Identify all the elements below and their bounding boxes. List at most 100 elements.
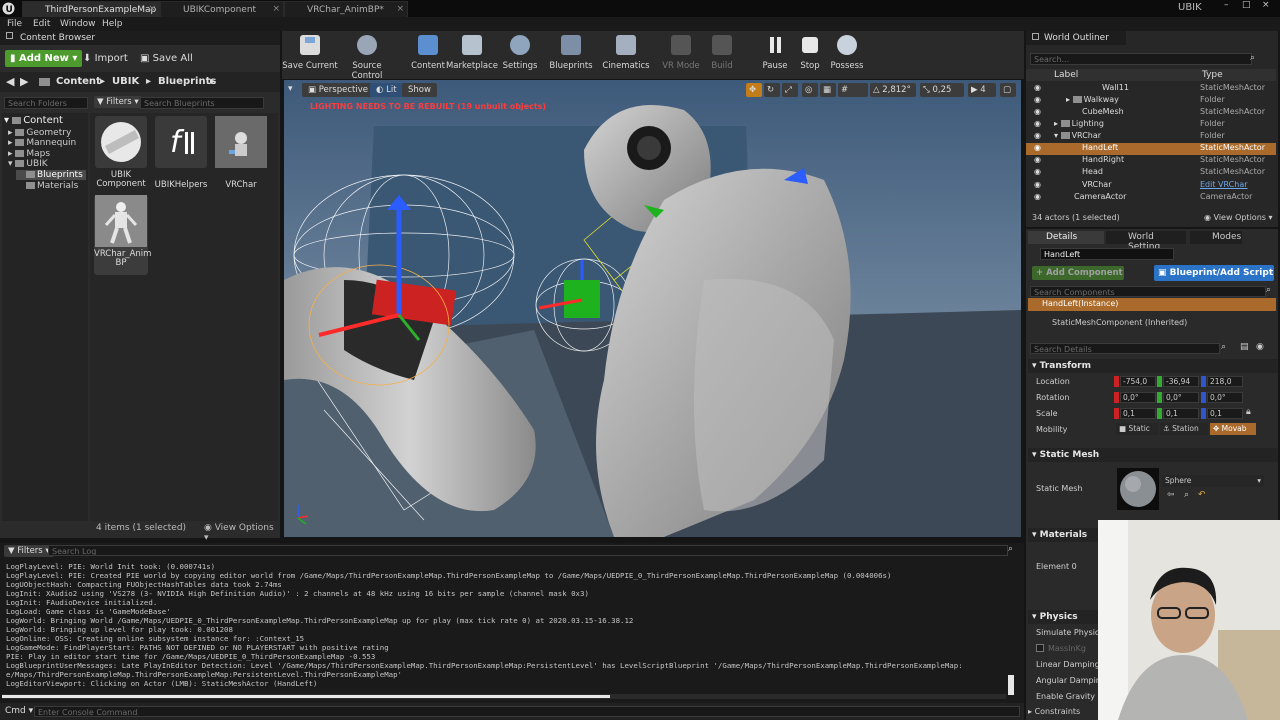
settings-button[interactable]: Settings: [492, 35, 548, 71]
search-details-input[interactable]: Search Details: [1030, 343, 1220, 354]
tree-item-blueprints[interactable]: Blueprints: [16, 170, 86, 180]
search-log-input[interactable]: Search Log: [48, 545, 1008, 556]
property-matrix-icon[interactable]: ▤: [1240, 342, 1249, 352]
scale-y[interactable]: 0,1: [1163, 408, 1199, 419]
search-icon[interactable]: ⌕: [1266, 285, 1271, 295]
eye-icon[interactable]: ◉: [1034, 167, 1041, 176]
outliner-row[interactable]: ◉ VRChar Edit VRChar: [1026, 180, 1276, 192]
outliner-row[interactable]: ◉ HandRight StaticMeshActor: [1026, 155, 1276, 167]
eye-icon[interactable]: ◉: [1034, 131, 1041, 140]
outliner-view-options-button[interactable]: ◉ View Options ▾: [1204, 213, 1273, 222]
constraints-section[interactable]: ▸ Constraints: [1028, 707, 1080, 716]
actor-name-input[interactable]: HandLeft: [1040, 248, 1174, 260]
component-instance-row[interactable]: HandLeft(Instance): [1028, 298, 1276, 311]
outliner-row-selected[interactable]: ◉ HandLeft StaticMeshActor: [1026, 143, 1276, 155]
location-z[interactable]: 218,0: [1207, 376, 1243, 387]
source-control-button[interactable]: Source Control: [339, 35, 395, 81]
tree-item-mannequin[interactable]: ▸ Mannequin: [8, 138, 76, 148]
camera-speed[interactable]: ▶ 4: [968, 83, 996, 97]
move-mode-icon[interactable]: ✥: [746, 83, 762, 97]
lit-button[interactable]: ◐ Lit: [370, 83, 403, 97]
tab-ubik-component[interactable]: UBIKComponent ×: [160, 1, 284, 17]
breadcrumb-blueprints[interactable]: Blueprints: [158, 76, 216, 87]
back-arrow-icon[interactable]: ⇦: [1167, 490, 1175, 500]
content-browser-tab[interactable]: Content Browser: [0, 31, 280, 45]
close-icon[interactable]: ×: [272, 4, 280, 14]
tab-modes[interactable]: Modes: [1190, 231, 1242, 244]
eye-icon[interactable]: ◉: [1034, 155, 1041, 164]
search-icon[interactable]: ⌕: [1250, 53, 1255, 63]
mass-checkbox[interactable]: [1036, 644, 1044, 652]
mobility-static[interactable]: ■ Static: [1116, 423, 1158, 435]
save-current-button[interactable]: Save Current: [282, 35, 338, 71]
filters-button[interactable]: ▼ Filters ▾: [94, 96, 142, 108]
show-button[interactable]: Show: [402, 83, 437, 97]
scale-x[interactable]: 0,1: [1120, 408, 1156, 419]
eye-icon[interactable]: ◉: [1034, 119, 1041, 128]
menu-edit[interactable]: Edit: [33, 19, 50, 29]
import-button[interactable]: ⬇ Import: [78, 50, 133, 67]
reset-icon[interactable]: ↶: [1198, 490, 1206, 500]
viewport-options-icon[interactable]: ▾: [288, 84, 293, 94]
eye-icon[interactable]: ◉: [1034, 95, 1041, 104]
world-local-icon[interactable]: ◎: [802, 83, 818, 97]
tree-item-geometry[interactable]: ▸ Geometry: [8, 128, 71, 138]
log-filters-button[interactable]: ▼ Filters ▾: [4, 545, 54, 557]
outliner-row[interactable]: ◉ Head StaticMeshActor: [1026, 167, 1276, 179]
tab-anim-bp[interactable]: VRChar_AnimBP* ×: [284, 1, 408, 17]
component-row[interactable]: StaticMeshComponent (Inherited): [1052, 318, 1187, 327]
asset-ubik-helpers[interactable]: f UBIKHelpers: [154, 116, 208, 190]
outliner-row[interactable]: ◉ Wall11 StaticMeshActor: [1026, 83, 1276, 95]
outliner-row[interactable]: ◉ CubeMesh StaticMeshActor: [1026, 107, 1276, 119]
section-physics[interactable]: ▾ Physics: [1028, 610, 1098, 624]
eye-icon[interactable]: ◉: [1034, 180, 1041, 189]
scale-mode-icon[interactable]: ⤢: [782, 83, 798, 97]
add-new-button[interactable]: ▮ Add New ▾: [5, 50, 83, 67]
outliner-row[interactable]: ◉ ▸ Lighting Folder: [1026, 119, 1276, 131]
minimize-icon[interactable]: –: [1224, 0, 1229, 10]
search-folders-input[interactable]: Search Folders: [4, 97, 88, 109]
blueprint-add-script-button[interactable]: ▣ Blueprint/Add Script: [1154, 265, 1274, 281]
menu-window[interactable]: Window: [60, 19, 96, 29]
level-viewport[interactable]: ▾ ▣ Perspective ◐ Lit Show LIGHTING NEED…: [284, 80, 1021, 537]
rotate-mode-icon[interactable]: ↻: [764, 83, 780, 97]
search-icon[interactable]: ⌕: [1221, 342, 1226, 352]
console-command-input[interactable]: Enter Console Command: [34, 706, 1020, 717]
section-transform[interactable]: ▾ Transform: [1028, 359, 1278, 373]
rotation-x[interactable]: 0,0°: [1120, 392, 1156, 403]
section-static-mesh[interactable]: ▾ Static Mesh: [1028, 448, 1278, 462]
tree-item-ubik[interactable]: ▾ UBIK: [8, 159, 48, 169]
asset-vrchar-animbp[interactable]: VRChar_Anim BP: [94, 195, 151, 275]
grid-snap-icon[interactable]: #: [838, 83, 868, 97]
view-options-button[interactable]: ◉ View Options ▾: [204, 523, 278, 543]
surface-snap-icon[interactable]: ▦: [820, 83, 836, 97]
location-y[interactable]: -36,94: [1163, 376, 1199, 387]
tree-item-content[interactable]: ▾ Content: [4, 115, 63, 126]
log-horizontal-scrollbar[interactable]: [2, 694, 1006, 699]
rotation-snap[interactable]: △ 2,812°: [870, 83, 916, 97]
perspective-button[interactable]: ▣ Perspective: [302, 83, 374, 97]
back-icon[interactable]: ◀: [6, 75, 14, 88]
eye-icon[interactable]: ◉: [1256, 342, 1264, 352]
cmd-dropdown[interactable]: Cmd ▾: [5, 706, 33, 716]
asset-vrchar[interactable]: VRChar: [214, 116, 268, 190]
world-outliner-tab[interactable]: World Outliner: [1026, 31, 1126, 45]
close-icon[interactable]: ×: [396, 4, 404, 14]
build-button[interactable]: Build: [694, 35, 750, 71]
lock-icon[interactable]: 🔒︎: [1246, 407, 1251, 417]
mesh-thumbnail[interactable]: [1117, 468, 1159, 510]
mobility-movable[interactable]: ✥ Movab: [1210, 423, 1256, 435]
location-x[interactable]: -754,0: [1120, 376, 1156, 387]
eye-icon[interactable]: ◉: [1034, 143, 1041, 152]
maximize-icon[interactable]: □: [1242, 0, 1251, 10]
eye-icon[interactable]: ◉: [1034, 83, 1041, 92]
edit-blueprint-link[interactable]: Edit VRChar: [1200, 180, 1248, 189]
mesh-dropdown[interactable]: Sphere ▾: [1162, 475, 1264, 487]
rotation-z[interactable]: 0,0°: [1207, 392, 1243, 403]
outliner-row[interactable]: ◉ ▾ VRChar Folder: [1026, 131, 1276, 143]
scale-z[interactable]: 0,1: [1207, 408, 1243, 419]
add-component-button[interactable]: + Add Component: [1032, 266, 1124, 280]
outliner-search-input[interactable]: Search...: [1030, 53, 1252, 65]
mobility-stationary[interactable]: ⚓ Station: [1160, 423, 1208, 435]
breadcrumb-ubik[interactable]: UBIK: [112, 76, 139, 87]
